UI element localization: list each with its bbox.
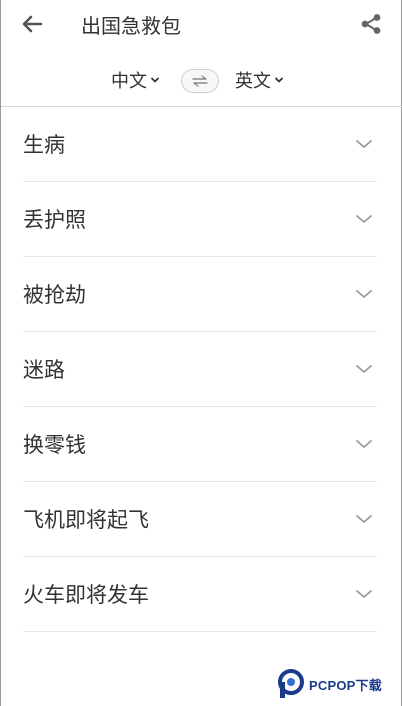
list-item-label: 丢护照	[23, 208, 86, 232]
list-item[interactable]: 火车即将发车	[1, 557, 402, 632]
chevron-down-icon	[151, 77, 159, 83]
list-item[interactable]: 飞机即将起飞	[1, 482, 402, 557]
arrow-left-icon	[22, 15, 43, 33]
list-divider	[23, 631, 377, 632]
swap-language-button[interactable]	[181, 69, 219, 93]
chevron-down-icon	[356, 515, 372, 523]
list-item-label: 换零钱	[23, 433, 86, 457]
target-language-select[interactable]: 英文	[235, 66, 284, 94]
back-button[interactable]	[17, 10, 47, 38]
list-item-label: 火车即将发车	[23, 583, 149, 607]
list-item[interactable]: 被抢劫	[1, 257, 402, 332]
category-list: 生病 丢护照 被抢劫 迷路 换零钱 飞机即将起飞 火车即将发车	[1, 107, 402, 632]
share-icon	[361, 14, 381, 34]
page-title: 出国急救包	[81, 14, 181, 38]
watermark-text: PCPOP下载	[309, 677, 382, 693]
chevron-down-icon	[356, 215, 372, 223]
pcpop-logo-icon	[278, 669, 304, 698]
language-switcher: 中文 英文	[1, 62, 402, 98]
list-item[interactable]: 换零钱	[1, 407, 402, 482]
swap-arrows-icon	[192, 75, 208, 87]
chevron-down-icon	[356, 140, 372, 148]
list-item-label: 生病	[23, 133, 65, 157]
watermark: PCPOP下载	[277, 666, 402, 702]
source-language-label: 中文	[111, 71, 147, 92]
list-item[interactable]: 丢护照	[1, 182, 402, 257]
list-item[interactable]: 迷路	[1, 332, 402, 407]
share-button[interactable]	[357, 10, 385, 38]
chevron-down-icon	[356, 365, 372, 373]
chevron-down-icon	[356, 290, 372, 298]
list-item-label: 被抢劫	[23, 283, 86, 307]
source-language-select[interactable]: 中文	[111, 66, 160, 94]
list-item-label: 飞机即将起飞	[23, 508, 149, 532]
app-frame: 出国急救包 中文 英文 生病 丢护照 被抢劫 迷路 换零钱 飞机即将起飞 火车即…	[0, 0, 402, 706]
target-language-label: 英文	[235, 71, 271, 92]
chevron-down-icon	[356, 590, 372, 598]
top-bar: 出国急救包	[1, 0, 402, 50]
list-item-label: 迷路	[23, 358, 65, 382]
list-item[interactable]: 生病	[1, 107, 402, 182]
chevron-down-icon	[275, 77, 283, 83]
chevron-down-icon	[356, 440, 372, 448]
